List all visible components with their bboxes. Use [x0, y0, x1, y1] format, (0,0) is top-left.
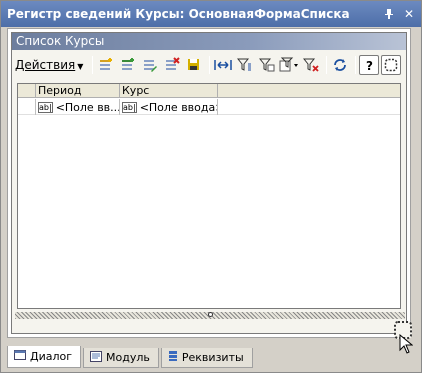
form-splitter[interactable]	[15, 312, 405, 319]
save-icon[interactable]	[184, 55, 204, 75]
input-field-icon: ab|	[122, 101, 137, 113]
tab-dialog[interactable]: Диалог	[7, 346, 82, 368]
tab-attributes[interactable]: Реквизиты	[160, 348, 253, 368]
help-icon[interactable]: ?	[359, 55, 380, 75]
filter-menu-icon[interactable]	[279, 55, 299, 75]
form-settings-icon[interactable]	[381, 55, 402, 75]
filter-icon[interactable]	[235, 55, 255, 75]
input-field-icon: ab|	[38, 101, 53, 113]
tab-module-label: Модуль	[106, 351, 150, 364]
svg-text:?: ?	[366, 59, 373, 72]
table-header: Период Курс	[18, 84, 400, 98]
actions-menu-label: Действия	[15, 58, 76, 72]
window-title: Регистр сведений Курсы: ОсновнаяФормаСпи…	[7, 7, 350, 21]
clear-filter-icon[interactable]	[301, 55, 321, 75]
tab-module[interactable]: Модуль	[83, 348, 159, 368]
toolbar-separator	[209, 56, 211, 74]
close-icon[interactable]: ✕	[401, 6, 417, 22]
dialog-icon	[14, 350, 26, 363]
toolbar-separator	[355, 56, 357, 74]
form-header: Список Курсы	[12, 33, 406, 50]
column-header-marker[interactable]	[18, 84, 36, 98]
title-bar[interactable]: Регистр сведений Курсы: ОсновнаяФормаСпи…	[1, 1, 421, 27]
pin-icon[interactable]	[381, 6, 397, 22]
column-header-period[interactable]: Период	[36, 84, 120, 98]
row-marker-cell	[18, 99, 36, 115]
form-canvas: Список Курсы Действия ▼ ? Период Курс ab…	[7, 28, 412, 339]
module-icon	[90, 350, 103, 365]
command-bar: Действия ▼ ?	[12, 52, 406, 78]
tab-dialog-label: Диалог	[30, 350, 73, 363]
add-row-icon[interactable]	[96, 55, 116, 75]
list-table[interactable]: Период Курс ab| <Поле вв... ab| <Поле вв…	[17, 83, 401, 309]
tab-attributes-label: Реквизиты	[181, 351, 244, 364]
splitter-grip-icon[interactable]	[208, 312, 213, 317]
table-row[interactable]: ab| <Поле вв... ab| <Поле ввода>	[18, 99, 400, 115]
rate-cell-value: <Поле ввода>	[139, 100, 218, 114]
set-interval-icon[interactable]	[213, 55, 233, 75]
column-header-rate[interactable]: Курс	[120, 84, 218, 98]
attributes-icon	[168, 350, 178, 365]
delete-row-icon[interactable]	[162, 55, 182, 75]
designer-tabs: Диалог Модуль Реквизиты	[7, 346, 417, 368]
period-cell[interactable]: ab| <Поле вв...	[36, 99, 120, 115]
edit-row-icon[interactable]	[140, 55, 160, 75]
refresh-icon[interactable]	[330, 55, 350, 75]
chevron-down-icon: ▼	[77, 62, 84, 71]
form-designer-window: Регистр сведений Курсы: ОсновнаяФормаСпи…	[0, 0, 422, 373]
toolbar-separator	[326, 56, 328, 74]
toolbar-separator	[92, 56, 94, 74]
form-frame: Список Курсы Действия ▼ ? Период Курс ab…	[11, 32, 412, 339]
rate-cell[interactable]: ab| <Поле ввода>	[120, 99, 218, 115]
period-cell-value: <Поле вв...	[55, 100, 120, 114]
copy-row-icon[interactable]	[118, 55, 138, 75]
actions-menu[interactable]: Действия ▼	[15, 58, 83, 72]
filter-by-value-icon[interactable]	[257, 55, 277, 75]
